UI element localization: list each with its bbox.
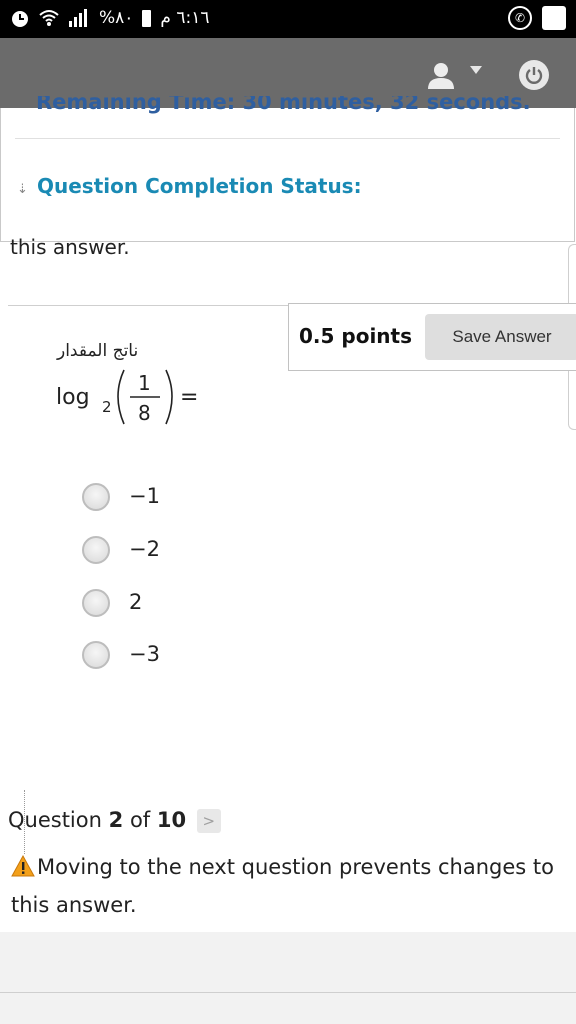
next-question-button[interactable]: > — [196, 809, 221, 833]
warning-text: Moving to the next question prevents cha… — [11, 855, 554, 917]
navigation-warning: Moving to the next question prevents cha… — [11, 848, 566, 924]
panel-divider — [15, 138, 560, 139]
save-answer-button[interactable]: Save Answer — [425, 314, 576, 360]
formula-equals: = — [180, 385, 198, 410]
question-total: 10 — [156, 808, 187, 832]
radio-button[interactable] — [82, 483, 110, 511]
completion-status-panel: ⇣ Question Completion Status: — [0, 108, 575, 242]
question-counter: Question 2 of 10 > — [8, 808, 221, 833]
option-label[interactable]: −1 — [129, 484, 160, 508]
question-prompt: ناتج المقدار — [57, 341, 139, 361]
footer-area — [0, 932, 576, 1024]
user-menu-caret-icon[interactable] — [470, 66, 482, 74]
points-box: 0.5 points Save Answer — [288, 303, 576, 371]
radio-button[interactable] — [82, 589, 110, 617]
wifi-icon — [39, 10, 59, 26]
status-right: ✆ — [508, 6, 566, 30]
radio-button[interactable] — [82, 536, 110, 564]
option-label[interactable]: −2 — [129, 537, 160, 561]
question-formula: log 2 1 8 = — [56, 369, 198, 425]
question-current: 2 — [108, 808, 124, 832]
whatsapp-icon: ✆ — [508, 6, 532, 30]
of-word: of — [129, 808, 151, 832]
status-time: ٦:١٦ م — [160, 8, 210, 28]
warning-icon — [11, 855, 35, 877]
battery-icon — [142, 9, 152, 27]
status-left: ٦:١٦ م %٨٠ — [10, 8, 209, 28]
status-battery: %٨٠ — [99, 8, 134, 28]
radio-button[interactable] — [82, 641, 110, 669]
formula-base: 2 — [102, 398, 112, 416]
formula-numerator: 1 — [138, 371, 151, 395]
remaining-time: Remaining Time: 30 minutes, 32 seconds. — [36, 96, 531, 114]
points-label: 0.5 points — [299, 324, 413, 348]
power-button[interactable] — [519, 60, 549, 90]
double-chevron-down-icon[interactable]: ⇣ — [17, 182, 28, 197]
option-label[interactable]: −3 — [129, 642, 160, 666]
signal-icon — [69, 9, 87, 27]
alarm-icon — [12, 11, 28, 27]
user-icon[interactable] — [426, 60, 456, 90]
message-icon — [542, 6, 566, 30]
power-icon — [525, 67, 543, 84]
formula-log: log — [56, 385, 90, 410]
completion-status-title[interactable]: Question Completion Status: — [37, 174, 362, 198]
formula-denominator: 8 — [138, 401, 151, 425]
footer-divider — [0, 992, 576, 993]
option-label[interactable]: 2 — [129, 590, 142, 614]
status-bar: ٦:١٦ م %٨٠ ✆ — [0, 0, 576, 38]
question-word: Question — [8, 808, 102, 832]
previous-warning-tail: this answer. — [10, 238, 130, 259]
